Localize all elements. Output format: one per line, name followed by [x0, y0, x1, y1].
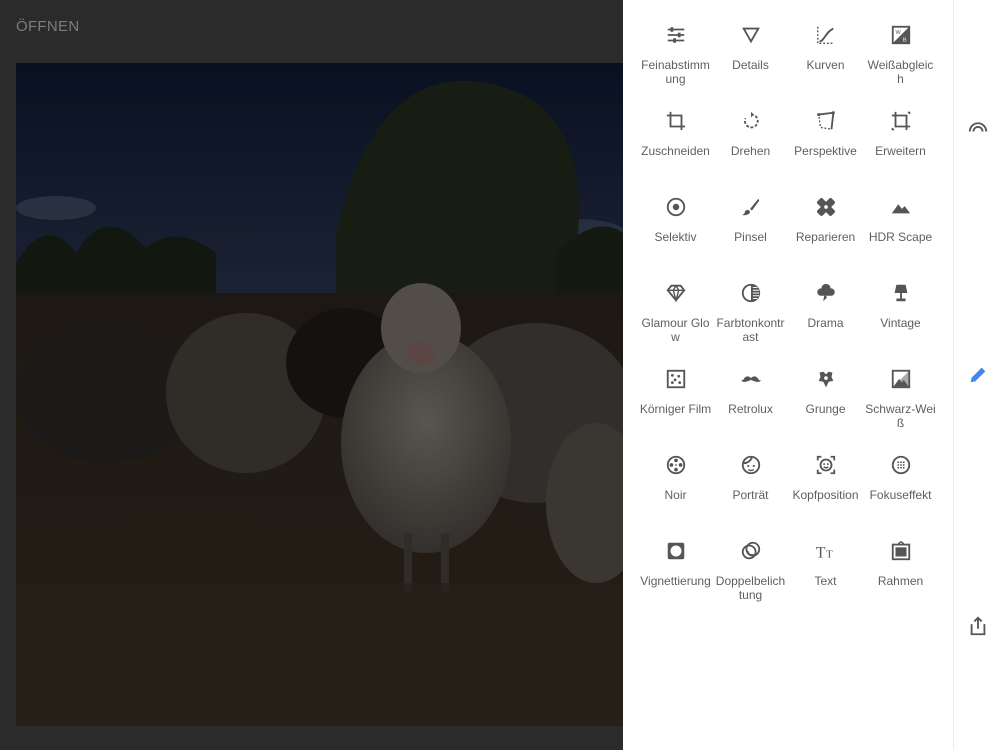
film-reel-icon	[663, 452, 689, 478]
tool-selective[interactable]: Selektiv	[638, 194, 713, 280]
double-exposure-icon	[738, 538, 764, 564]
vignette-icon	[663, 538, 689, 564]
lens-blur-icon	[888, 452, 914, 478]
right-rail	[953, 0, 1000, 750]
tool-diamond[interactable]: Glamour Glow	[638, 280, 713, 366]
share-icon[interactable]	[966, 614, 990, 638]
tool-label: Drama	[807, 316, 844, 330]
tool-white-balance[interactable]: W B Weißabgleich	[863, 22, 938, 108]
tool-label: Farbtonkontrast	[716, 316, 785, 344]
tool-frame[interactable]: Rahmen	[863, 538, 938, 624]
tool-label: Pinsel	[734, 230, 767, 244]
tool-expand[interactable]: Erweitern	[863, 108, 938, 194]
app-root: ÖFFNEN Feinabstimmung Details Kurven W B…	[0, 0, 1000, 750]
expand-icon	[888, 108, 914, 134]
frame-icon	[888, 538, 914, 564]
edit-pencil-icon[interactable]	[966, 363, 990, 387]
mountain-icon	[888, 194, 914, 220]
tool-head-pose[interactable]: Kopfposition	[788, 452, 863, 538]
bw-icon	[888, 366, 914, 392]
tool-cloud[interactable]: Drama	[788, 280, 863, 366]
tool-label: Schwarz-Weiß	[865, 402, 936, 430]
tool-label: Weißabgleich	[867, 58, 934, 86]
tool-film-reel[interactable]: Noir	[638, 452, 713, 538]
mustache-icon	[738, 366, 764, 392]
tool-label: Grunge	[805, 402, 846, 416]
tool-rotate[interactable]: Drehen	[713, 108, 788, 194]
face-icon	[738, 452, 764, 478]
tool-mustache[interactable]: Retrolux	[713, 366, 788, 452]
tool-label: Glamour Glow	[641, 316, 710, 344]
tool-tonal-contrast[interactable]: Farbtonkontrast	[713, 280, 788, 366]
tool-label: Kopfposition	[792, 488, 859, 502]
diamond-icon	[663, 280, 689, 306]
grain-icon	[663, 366, 689, 392]
brush-icon	[738, 194, 764, 220]
crop-icon	[663, 108, 689, 134]
head-pose-icon	[813, 452, 839, 478]
svg-text:W: W	[895, 30, 901, 36]
svg-text:T: T	[815, 544, 825, 561]
image-area: ÖFFNEN	[0, 0, 623, 750]
cloud-icon	[813, 280, 839, 306]
svg-text:B: B	[902, 37, 906, 43]
tool-sliders[interactable]: Feinabstimmung	[638, 22, 713, 108]
tool-lens-blur[interactable]: Fokuseffekt	[863, 452, 938, 538]
lamp-icon	[888, 280, 914, 306]
grunge-icon	[813, 366, 839, 392]
tool-mountain[interactable]: HDR Scape	[863, 194, 938, 280]
selective-icon	[663, 194, 689, 220]
tool-label: Körniger Film	[639, 402, 712, 416]
tool-label: Details	[732, 58, 769, 72]
sliders-icon	[663, 22, 689, 48]
tool-crop[interactable]: Zuschneiden	[638, 108, 713, 194]
tool-perspective[interactable]: Perspektive	[788, 108, 863, 194]
tool-label: Kurven	[806, 58, 845, 72]
tool-brush[interactable]: Pinsel	[713, 194, 788, 280]
tool-label: Doppelbelichtung	[715, 574, 786, 602]
tool-curves[interactable]: Kurven	[788, 22, 863, 108]
tool-triangle-down[interactable]: Details	[713, 22, 788, 108]
tool-grunge[interactable]: Grunge	[788, 366, 863, 452]
open-button[interactable]: ÖFFNEN	[16, 18, 79, 35]
tool-face[interactable]: Porträt	[713, 452, 788, 538]
text-icon: TT	[813, 538, 839, 564]
tool-bw[interactable]: Schwarz-Weiß	[863, 366, 938, 452]
healing-icon	[813, 194, 839, 220]
tool-label: Perspektive	[794, 144, 857, 158]
tool-grain[interactable]: Körniger Film	[638, 366, 713, 452]
tool-double-exposure[interactable]: Doppelbelichtung	[713, 538, 788, 624]
tool-lamp[interactable]: Vintage	[863, 280, 938, 366]
svg-text:T: T	[826, 548, 833, 560]
triangle-down-icon	[738, 22, 764, 48]
tool-label: Text	[814, 574, 837, 588]
tools-panel: Feinabstimmung Details Kurven W B Weißabgleic…	[623, 0, 953, 750]
tool-label: Noir	[664, 488, 687, 502]
photo-preview	[16, 63, 623, 726]
tools-grid: Feinabstimmung Details Kurven W B Weißabgleic…	[623, 22, 953, 624]
tool-label: Retrolux	[728, 402, 773, 416]
tool-label: Fokuseffekt	[869, 488, 932, 502]
tool-label: Erweitern	[875, 144, 926, 158]
rotate-icon	[738, 108, 764, 134]
tool-label: Drehen	[730, 144, 771, 158]
tool-label: Vignettierung	[640, 574, 711, 588]
tool-label: HDR Scape	[868, 230, 933, 244]
looks-icon[interactable]	[966, 114, 990, 138]
tool-text[interactable]: T T Text	[788, 538, 863, 624]
tool-label: Rahmen	[877, 574, 924, 588]
tool-label: Vintage	[880, 316, 921, 330]
tool-label: Selektiv	[654, 230, 697, 244]
tool-healing[interactable]: Reparieren	[788, 194, 863, 280]
tool-label: Reparieren	[795, 230, 856, 244]
tool-vignette[interactable]: Vignettierung	[638, 538, 713, 624]
tonal-contrast-icon	[738, 280, 764, 306]
tool-label: Feinabstimmung	[641, 58, 710, 86]
curves-icon	[813, 22, 839, 48]
tool-label: Zuschneiden	[641, 144, 710, 158]
tool-label: Porträt	[732, 488, 769, 502]
white-balance-icon: WB	[888, 22, 914, 48]
photo-dim-overlay	[16, 63, 623, 726]
perspective-icon	[813, 108, 839, 134]
